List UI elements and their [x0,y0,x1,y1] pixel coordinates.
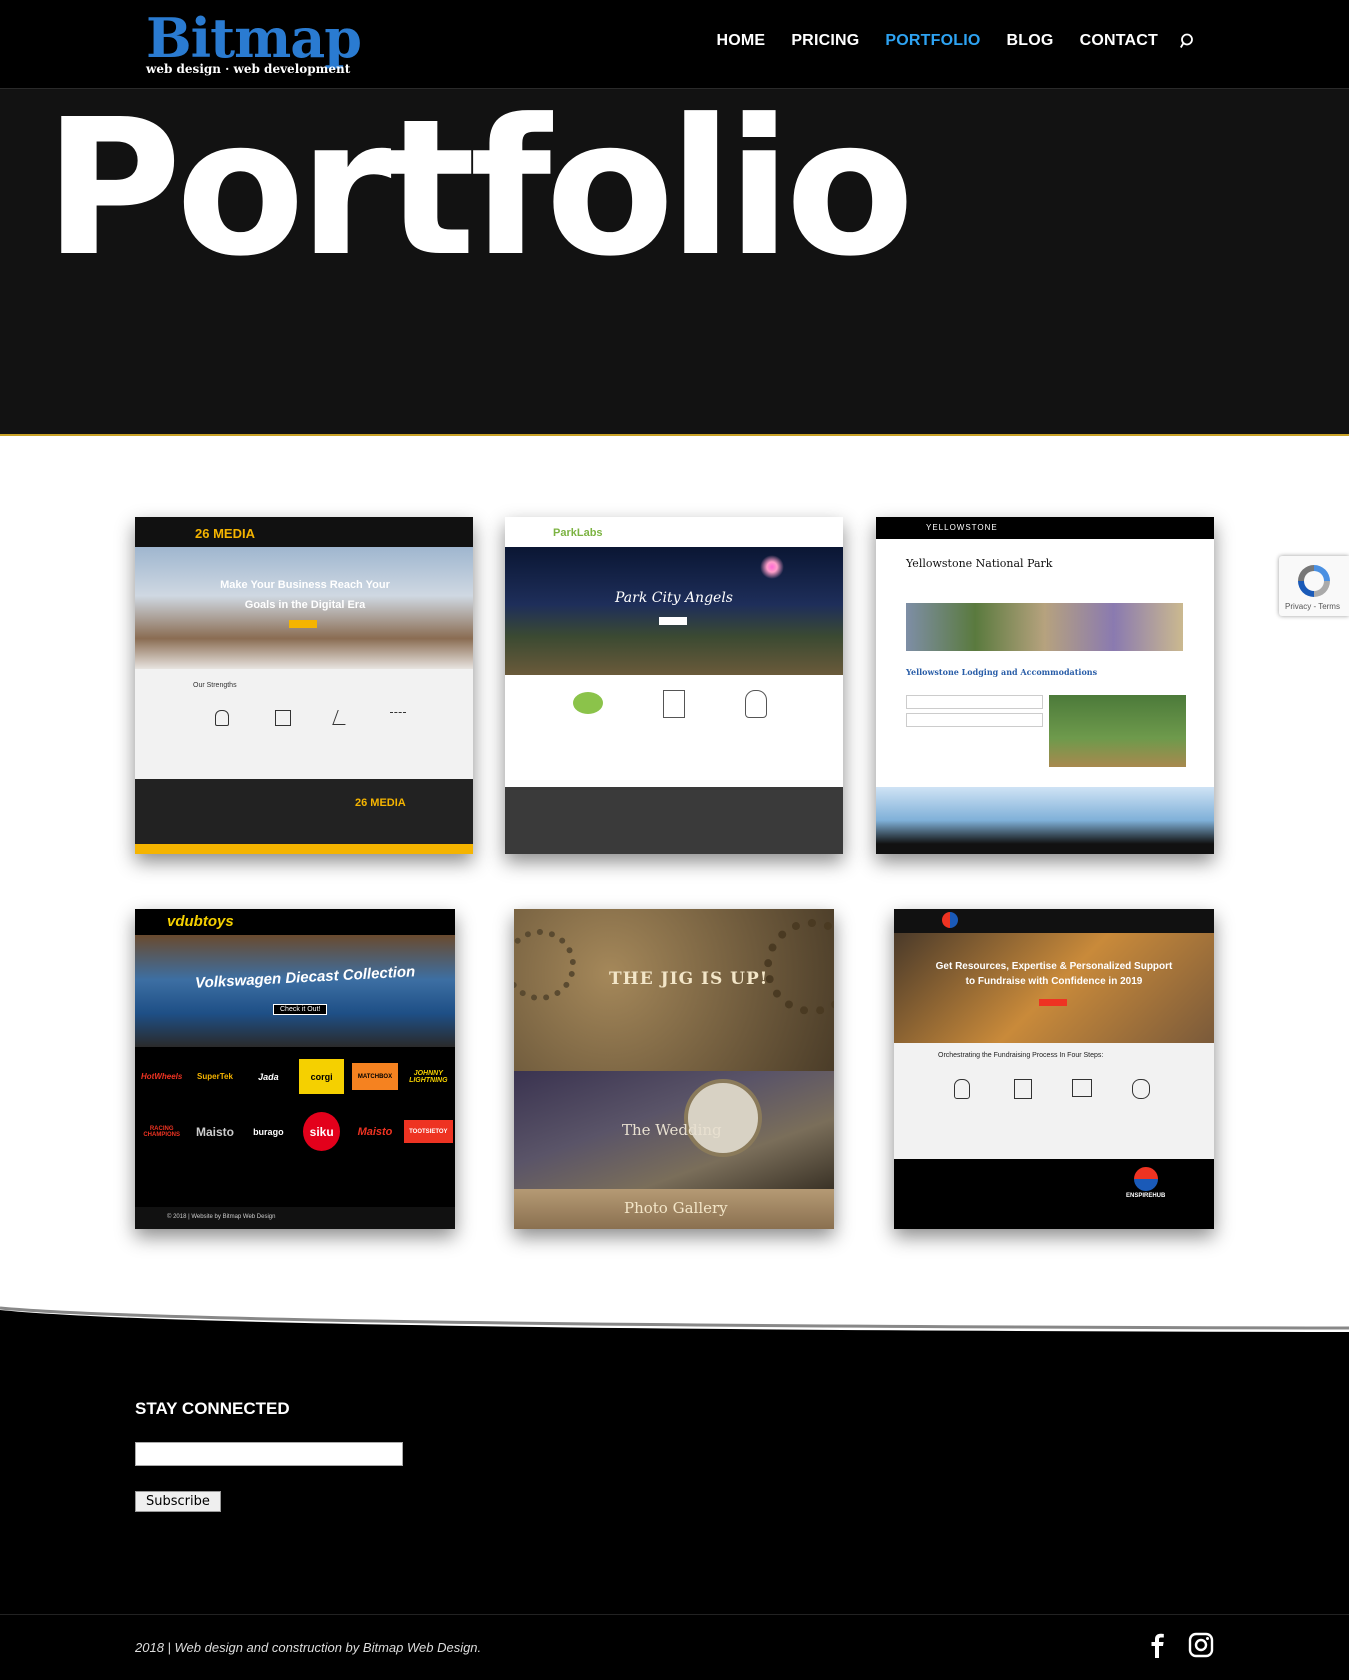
thumb-headline: Yellowstone National Park [906,557,1053,570]
logo-wordmark: Bitmap [146,6,362,70]
nav-blog[interactable]: BLOG [1007,32,1054,50]
document-icon [1014,1079,1032,1099]
nav-home[interactable]: HOME [717,32,766,50]
brand-logo: Jada [258,1071,279,1082]
brand-logo: TOOTSIETOY [403,1120,453,1143]
portfolio-item-yellowstone[interactable]: YELLOWSTONE Yellowstone National Park Ye… [876,517,1214,854]
clock-icon [684,1079,762,1157]
site-logo[interactable]: Bitmap web design · web development [146,6,362,76]
thumb-headline: Make Your Business Reach Your Goals in t… [220,579,390,611]
plant-icon [663,690,685,718]
brand-logo: JOHNNY LIGHTNING [409,1069,448,1084]
brand-logo: corgi [298,1059,345,1094]
recaptcha-badge[interactable]: Privacy - Terms [1279,556,1349,616]
thumb-footer [876,787,1214,854]
copyright-text: 2018 | Web design and construction by Bi… [135,1640,482,1655]
owl-icon [745,690,767,718]
email-field[interactable] [135,1442,403,1466]
thumb-bottom-bar [135,844,473,854]
nav-portfolio[interactable]: PORTFOLIO [885,32,980,50]
thumb-section-title: Orchestrating the Fundraising Process In… [938,1052,1104,1059]
thumb-footer [135,779,473,844]
thumb-strengths [135,669,473,779]
subscribe-button[interactable]: Subscribe [135,1491,221,1512]
thumb-accordion [906,713,1043,727]
thumb-headline: THE JIG IS UP! [609,969,769,989]
main-nav: HOME PRICING PORTFOLIO BLOG CONTACT [691,32,1197,50]
brand-logo: HotWheels [140,1072,183,1081]
thumb-accordion [906,695,1043,709]
recaptcha-icon [1298,565,1330,597]
thumb-logo: 26 MEDIA [195,526,255,541]
facebook-icon[interactable] [1146,1632,1168,1658]
fireworks-image [760,555,784,579]
thumb-cta [1039,999,1067,1006]
portfolio-item-26forty-media[interactable]: 26 MEDIA Make Your Business Reach Your G… [135,517,473,854]
page-title: Portfolio [44,79,915,298]
brand-logo: Maisto [195,1124,234,1139]
thumb-gallery-title: Photo Gallery [624,1199,728,1217]
thumb-logo: vdubtoys [167,913,234,930]
thumb-section-title: The Wedding [622,1121,722,1139]
chart-icon [390,712,406,723]
nav-contact[interactable]: CONTACT [1080,32,1158,50]
thumb-footer [894,1159,1214,1229]
thumb-cta [659,617,687,625]
thumb-footer [505,787,843,854]
thumb-hero-image [505,547,843,675]
recaptcha-links[interactable]: Privacy - Terms [1285,602,1340,611]
brand-logo: Maisto [357,1125,393,1138]
thumb-headline: Get Resources, Expertise & Personalized … [935,961,1173,987]
search-icon[interactable] [1180,33,1196,49]
mountain-icon [573,692,603,714]
brand-logo: SuperTek [197,1072,233,1081]
thumb-footer-logo: 26 MEDIA [355,797,406,809]
portfolio-item-park-city-angels[interactable]: ParkLabs Park City Angels [505,517,843,854]
thumb-campsite-image [1049,695,1186,767]
instagram-icon[interactable] [1188,1632,1214,1658]
money-bag-icon [1132,1079,1150,1099]
thumb-cta: Check it Out! [273,1004,328,1015]
thumb-steps [894,1043,1214,1159]
rocket-icon [215,710,229,726]
brand-logo: RACING CHAMPIONS [143,1125,180,1138]
site-header: Bitmap web design · web development HOME… [0,0,1349,89]
thumb-logo: YELLOWSTONE [926,523,998,532]
thumb-headline: Park City Angels [615,590,733,606]
thumb-cta [289,620,317,628]
brand-grid: HotWheels SuperTek Jada corgi MATCHBOX J… [135,1049,455,1159]
footer-heading: STAY CONNECTED [135,1399,290,1418]
portfolio-item-jig-is-up[interactable]: THE JIG IS UP! The Wedding Photo Gallery [514,909,834,1229]
nav-pricing[interactable]: PRICING [791,32,859,50]
thumb-footer-text: © 2018 | Website by Bitmap Web Design [167,1214,276,1220]
bus-icon [275,710,291,726]
thumb-section-title: Yellowstone Lodging and Accommodations [906,667,1098,677]
thumb-section-title: Our Strengths [193,682,237,689]
lightbulb-icon [954,1079,970,1099]
portfolio-item-enspire[interactable]: Get Resources, Expertise & Personalized … [894,909,1214,1229]
thumb-logo-mark [942,912,958,928]
thumb-hero-image [135,935,455,1047]
thumb-photo-strip [906,603,1183,651]
thumb-footer-logo: ENSPIREHUB [1126,1193,1166,1199]
brand-logo: siku [302,1112,341,1151]
thumb-footer-logo-mark [1134,1167,1158,1191]
page-hero: Portfolio [0,89,1349,436]
logo-tagline: web design · web development [146,62,351,76]
presentation-icon [1072,1079,1092,1097]
brand-logo: burago [253,1126,284,1137]
portfolio-item-vdubtoys[interactable]: vdubtoys Volkswagen Diecast Collection C… [135,909,455,1229]
thumb-header [135,517,473,547]
brand-logo: MATCHBOX [352,1063,398,1090]
thumb-logo: ParkLabs [553,527,603,539]
